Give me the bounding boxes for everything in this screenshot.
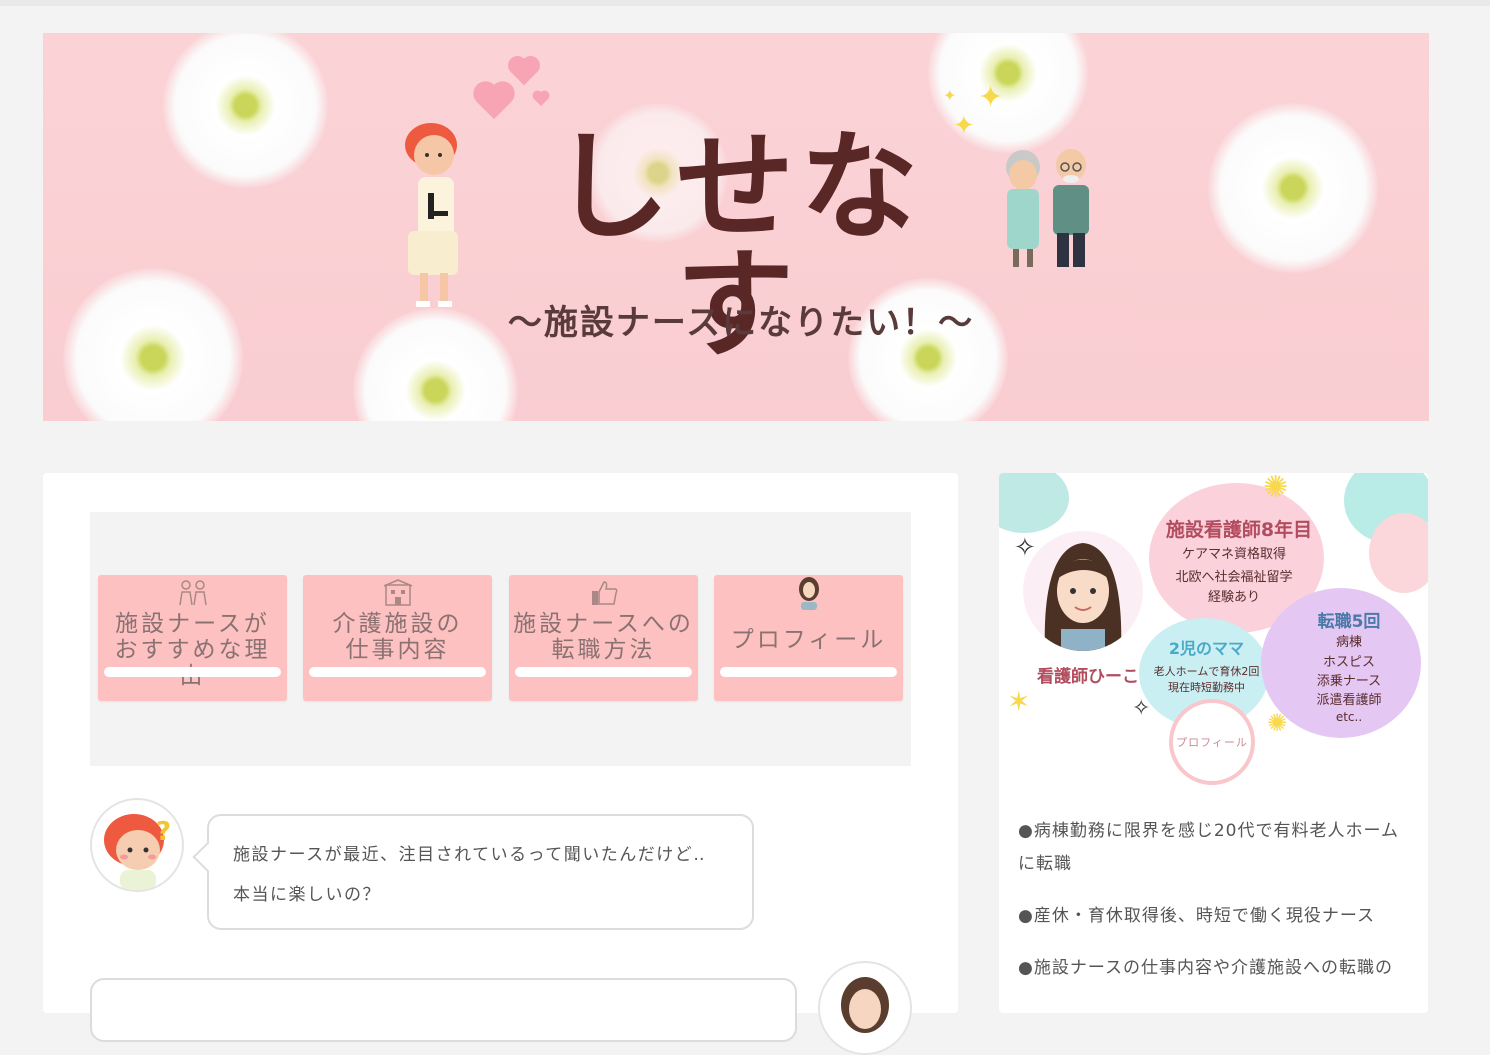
- career-item: ホスピス: [1322, 655, 1375, 670]
- sparkle-icon: ✦: [943, 86, 957, 105]
- flower-decoration: [63, 268, 243, 421]
- flower-decoration: [1208, 103, 1378, 273]
- nurse-portrait-icon: [1044, 543, 1122, 651]
- questioner-avatar: ?: [90, 798, 184, 892]
- career-item: 派遣看護師: [1316, 693, 1382, 708]
- heart-icon: [533, 91, 549, 107]
- site-header-banner[interactable]: ✦ ✦ ✦ しせなす 〜施設ナースになりたい！〜: [43, 33, 1429, 421]
- profile-line: 経験あり: [1207, 590, 1260, 605]
- profile-summary-line: ●施設ナースの仕事内容や介護施設への転職の: [1018, 958, 1393, 978]
- nav-card-underline: [515, 667, 692, 677]
- nav-card-underline: [309, 667, 486, 677]
- site-subtitle: 〜施設ナースになりたい！〜: [507, 303, 975, 343]
- profile-work: 老人ホームで育休2回: [1153, 665, 1260, 678]
- nav-card-recommend[interactable]: 施設ナースが おすすめな理由: [98, 575, 287, 701]
- flower-decoration: [163, 33, 328, 188]
- profile-button-label: プロフィール: [1176, 736, 1248, 749]
- profile-photo: [1023, 531, 1143, 651]
- sidebar: 施設看護師8年目 ケアマネ資格取得 北欧へ社会福祉留学 経験あり 看護師ひーこ …: [999, 473, 1428, 1013]
- nurse-character-icon: [405, 123, 458, 307]
- top-edge: [0, 0, 1490, 6]
- nav-card-job-description[interactable]: 介護施設の 仕事内容: [303, 575, 492, 701]
- nurse-face-icon: [841, 977, 889, 1033]
- blob-decoration: [999, 473, 1069, 533]
- nav-card-label: プロフィール: [730, 627, 887, 653]
- heart-icon: [476, 84, 512, 120]
- nav-card-job-change[interactable]: 施設ナースへの 転職方法: [509, 575, 698, 701]
- career-item: etc..: [1335, 710, 1363, 724]
- nurse-avatar: [818, 961, 912, 1055]
- nav-card-underline: [104, 667, 281, 677]
- family-icon: [178, 580, 207, 606]
- nurse-avatar-icon: [798, 577, 819, 610]
- profile-summary-line: ●病棟勤務に限界を感じ20代で有料老人ホーム: [1018, 821, 1399, 841]
- heart-icon: [510, 58, 538, 86]
- speech-bubble: [90, 978, 797, 1042]
- speech-bubble: 施設ナースが最近、注目されているって聞いたんだけど‥ 本当に楽しいの？: [207, 814, 754, 930]
- blob-decoration: [1369, 513, 1428, 593]
- profile-button[interactable]: プロフィール: [1169, 699, 1255, 785]
- sparkle-icon: ✶: [1007, 685, 1031, 718]
- nav-card-area: 施設ナースが おすすめな理由 介護施設の 仕事内容: [90, 512, 911, 766]
- main-content: 施設ナースが おすすめな理由 介護施設の 仕事内容: [43, 473, 958, 1055]
- speech-text-line: 施設ナースが最近、注目されているって聞いたんだけど‥: [233, 845, 707, 865]
- nav-card-label: 介護施設の 仕事内容: [332, 611, 463, 663]
- elderly-couple-icon: [1006, 149, 1089, 267]
- career-title: 転職5回: [1317, 612, 1381, 632]
- profile-summary-line: に転職: [1018, 854, 1072, 874]
- nav-card-profile[interactable]: プロフィール: [714, 575, 903, 701]
- thumbs-up-icon: [591, 581, 617, 605]
- building-icon: [383, 579, 412, 606]
- nav-card-label: 施設ナースが おすすめな理由: [114, 611, 271, 689]
- speech-text-line: 本当に楽しいの？: [233, 885, 381, 905]
- profile-line: ケアマネ資格取得: [1181, 547, 1286, 562]
- sparkle-icon: ✦: [978, 80, 1004, 115]
- sparkle-icon: ✧: [1014, 533, 1036, 563]
- profile-heading: 施設看護師8年目: [1165, 519, 1313, 541]
- curious-girl-icon: ?: [104, 814, 171, 890]
- sparkle-icon: ✺: [1263, 473, 1289, 505]
- career-item: 病棟: [1335, 635, 1362, 650]
- svg-text:?: ?: [156, 817, 171, 847]
- sparkle-icon: ✺: [1267, 709, 1288, 737]
- profile-card: 施設看護師8年目 ケアマネ資格取得 北欧へ社会福祉留学 経験あり 看護師ひーこ …: [999, 473, 1428, 791]
- nav-card-underline: [720, 667, 897, 677]
- profile-mama: 2児のママ: [1168, 639, 1245, 658]
- profile-line: 北欧へ社会福祉留学: [1175, 570, 1293, 585]
- profile-work: 現在時短勤務中: [1168, 681, 1245, 694]
- sparkle-icon: ✧: [1132, 696, 1151, 721]
- nav-card-label: 施設ナースへの 転職方法: [513, 611, 694, 663]
- profile-summary-line: ●産休・育休取得後、時短で働く現役ナース: [1018, 906, 1375, 926]
- profile-name: 看護師ひーこ: [1037, 667, 1139, 687]
- career-item: 添乗ナース: [1316, 674, 1382, 689]
